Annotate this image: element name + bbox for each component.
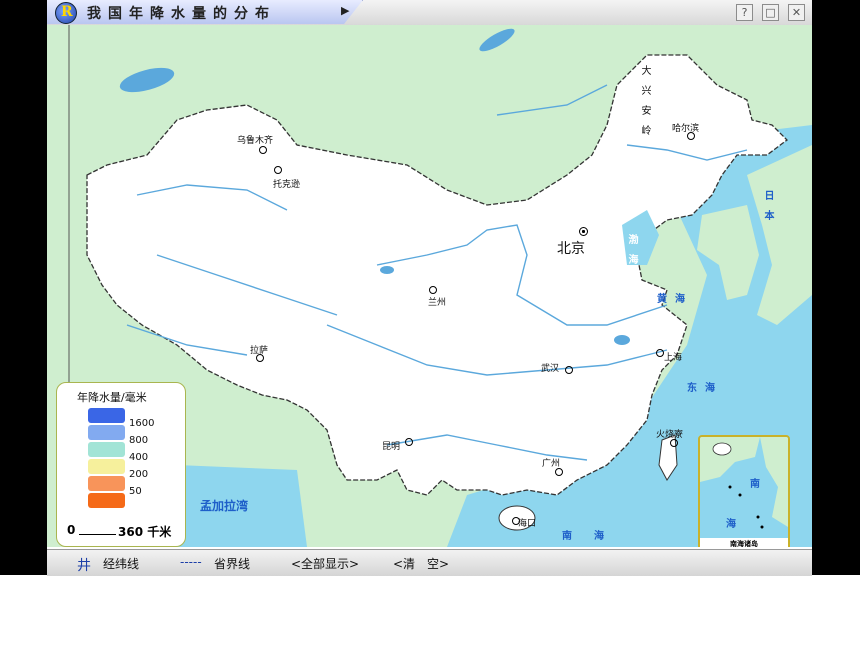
show-all-button[interactable]: <全部显示> — [291, 555, 359, 572]
graticule-icon: 井 — [77, 558, 91, 574]
city-kunming: 昆明 — [382, 442, 401, 452]
legend-swatch — [88, 408, 125, 423]
city-dot-icon — [656, 349, 664, 357]
map-area: 乌鲁木齐 托克逊 北京 兰州 拉萨 武汉 上海 昆明 广州 海口 哈尔滨 火烧寮… — [47, 25, 812, 547]
city-dot-icon — [687, 132, 695, 140]
city-dot-icon — [565, 366, 573, 374]
sea-bohai: 渤海 — [626, 234, 637, 274]
city-dot-icon — [274, 166, 282, 174]
legend-title: 年降水量/毫米 — [77, 391, 147, 404]
city-dot-icon — [555, 468, 563, 476]
sea-donghai: 东海 — [687, 383, 723, 394]
inset-map: 南 海 南海诸岛 — [698, 435, 790, 547]
bottom-toolbar: 井 经纬线 ----- 省界线 <全部显示> <清 空> — [47, 549, 812, 576]
sea-huanghai: 黄海 — [657, 294, 693, 305]
city-lanzhou: 兰州 — [428, 298, 447, 308]
legend-label: 200 — [129, 469, 149, 480]
city-haikou: 海口 — [518, 519, 537, 529]
screen: R 我国年降水量的分布 ▶ ? □ ✕ 乌鲁木齐 托克逊 北京 兰州 拉萨 武汉… — [0, 0, 860, 576]
legend-swatch — [88, 476, 125, 491]
city-urumqi: 乌鲁木齐 — [237, 136, 274, 146]
app-window: R 我国年降水量的分布 ▶ ? □ ✕ 乌鲁木齐 托克逊 北京 兰州 拉萨 武汉… — [47, 0, 812, 576]
inset-svg — [700, 437, 788, 529]
title-bar: R 我国年降水量的分布 ▶ ? □ ✕ — [47, 0, 812, 26]
sea-nanhai: 南海 — [562, 531, 626, 542]
city-dot-icon — [670, 439, 678, 447]
city-shanghai: 上海 — [664, 353, 683, 363]
play-arrow-icon[interactable]: ▶ — [341, 4, 355, 20]
legend-swatch — [88, 459, 125, 474]
city-guangzhou: 广州 — [542, 459, 561, 469]
city-huoshaoliao: 火烧寮 — [656, 430, 684, 440]
app-logo-icon: R — [55, 2, 77, 24]
mountain-daxinganling: 大兴安岭 — [639, 65, 650, 145]
city-wuhan: 武汉 — [541, 364, 560, 374]
restore-button[interactable]: □ — [762, 4, 779, 21]
city-dot-icon — [259, 146, 267, 154]
scale-zero: 0 — [67, 523, 76, 537]
city-harbin: 哈尔滨 — [672, 124, 700, 134]
city-dot-icon — [256, 354, 264, 362]
city-turpan: 托克逊 — [273, 180, 301, 190]
capital-dot-icon — [579, 227, 588, 236]
legend-label: 1600 — [129, 418, 155, 429]
help-button[interactable]: ? — [736, 4, 753, 21]
scale-bar — [79, 534, 116, 535]
city-dot-icon — [429, 286, 437, 294]
city-beijing: 北京 — [557, 241, 585, 257]
window-title: 我国年降水量的分布 — [87, 6, 276, 22]
clear-button[interactable]: <清 空> — [393, 555, 449, 572]
legend-swatch — [88, 442, 125, 457]
inset-label: 南海诸岛 — [700, 538, 788, 547]
close-button[interactable]: ✕ — [788, 4, 805, 21]
graticule-toggle[interactable]: 经纬线 — [103, 555, 139, 572]
legend: 年降水量/毫米 1600 800 400 200 50 0 360 千米 — [56, 382, 186, 547]
sea-bay-of-bengal: 孟加拉湾 — [200, 499, 249, 513]
city-dot-icon — [405, 438, 413, 446]
inset-sea-south: 南 — [750, 479, 760, 490]
legend-swatch — [88, 425, 125, 440]
scale-text: 360 千米 — [118, 525, 172, 539]
inset-sea-sea: 海 — [726, 519, 736, 530]
title-tab: R 我国年降水量的分布 ▶ — [47, 0, 363, 24]
boundary-toggle[interactable]: 省界线 — [214, 555, 250, 572]
legend-label: 800 — [129, 435, 149, 446]
legend-swatch — [88, 493, 125, 508]
legend-label: 50 — [129, 486, 142, 497]
legend-label: 400 — [129, 452, 149, 463]
sea-japan: 日本 — [762, 190, 773, 230]
lake-taihu: 太湖 — [595, 344, 614, 354]
boundary-dash-icon: ----- — [180, 555, 202, 569]
